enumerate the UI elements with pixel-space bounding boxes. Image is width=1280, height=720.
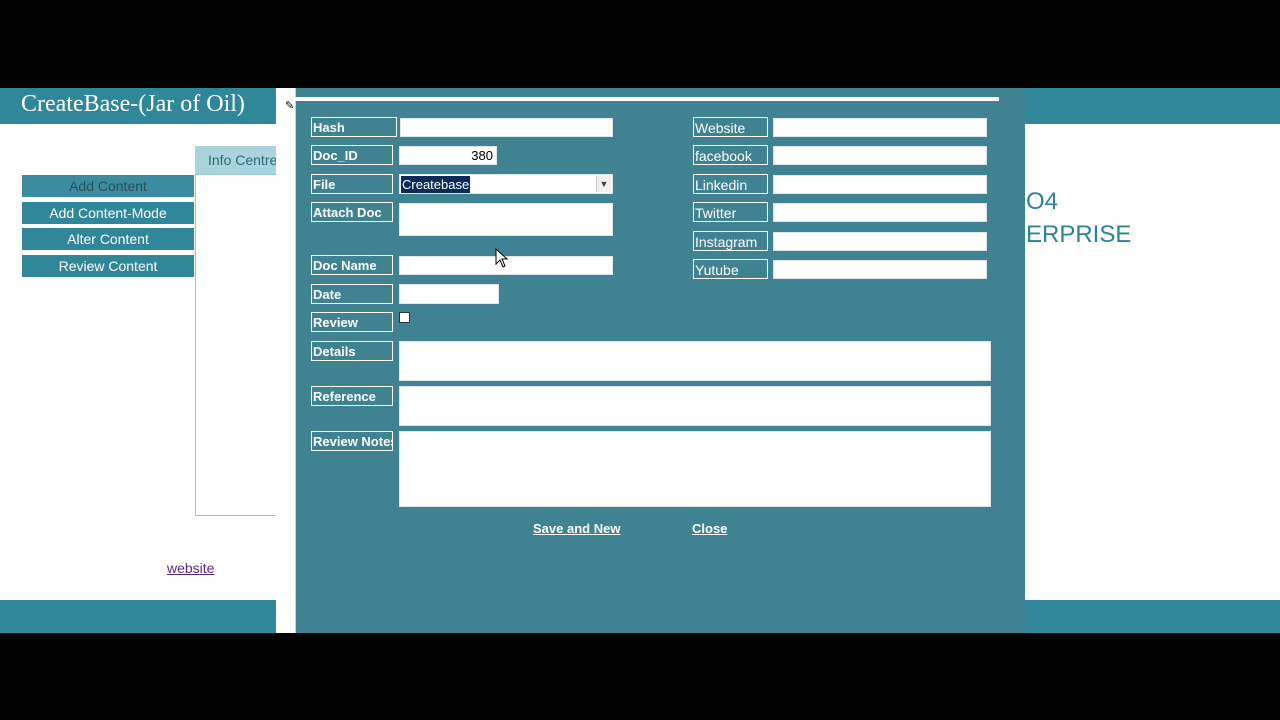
app-title: CreateBase-(Jar of Oil) <box>21 91 245 117</box>
linkedin-input[interactable] <box>773 175 987 194</box>
linkedin-label: Linkedin <box>693 174 768 194</box>
pencil-icon: ✎ <box>285 100 295 112</box>
date-label: Date <box>311 284 393 304</box>
background-text-line-2: ERPRISE <box>1026 221 1132 248</box>
review-label: Review <box>311 312 393 332</box>
review-checkbox[interactable] <box>399 312 410 323</box>
dialog-top-divider <box>295 97 999 101</box>
website-label: Website <box>693 117 768 137</box>
mouse-cursor-icon <box>495 248 509 268</box>
reference-textarea[interactable] <box>399 386 991 426</box>
hash-input[interactable] <box>400 118 613 137</box>
details-label: Details <box>311 341 393 361</box>
hash-label: Hash <box>311 117 397 137</box>
info-centre-panel <box>195 174 286 516</box>
nav-add-content-button[interactable]: Add Content <box>22 175 194 198</box>
yutube-input[interactable] <box>773 260 987 279</box>
website-input[interactable] <box>773 118 987 137</box>
file-label: File <box>311 174 393 194</box>
instagram-label: Instagram <box>693 231 768 251</box>
twitter-label: Twitter <box>693 202 768 222</box>
doc-id-label: Doc_ID <box>311 145 393 165</box>
twitter-input[interactable] <box>773 203 987 222</box>
details-textarea[interactable] <box>399 341 991 381</box>
nav-alter-content-button[interactable]: Alter Content <box>22 228 194 251</box>
instagram-input[interactable] <box>773 232 987 251</box>
record-selector[interactable]: ✎ <box>276 88 296 633</box>
website-link[interactable]: website <box>167 560 214 576</box>
chevron-down-icon[interactable]: ▼ <box>596 176 611 192</box>
yutube-label: Yutube <box>693 259 768 279</box>
nav-add-content-mode-button[interactable]: Add Content-Mode <box>22 202 194 225</box>
date-input[interactable] <box>399 284 499 304</box>
facebook-input[interactable] <box>773 146 987 165</box>
save-and-new-button[interactable]: Save and New <box>533 521 620 536</box>
file-selected-value: Createbase <box>401 176 471 193</box>
background-text-line-1: O4 <box>1026 188 1059 215</box>
doc-id-input[interactable]: 380 <box>399 146 497 165</box>
facebook-label: facebook <box>693 145 768 165</box>
review-notes-label: Review Notes <box>311 431 393 451</box>
reference-label: Reference <box>311 386 393 406</box>
attach-doc-field[interactable] <box>399 203 613 236</box>
nav-review-content-button[interactable]: Review Content <box>22 255 194 278</box>
close-button[interactable]: Close <box>692 521 727 536</box>
review-notes-textarea[interactable] <box>399 431 991 507</box>
add-content-dialog: ✎ Hash Doc_ID File Attach Doc Doc Name D… <box>276 88 1025 633</box>
doc-name-label: Doc Name <box>311 255 393 275</box>
attach-doc-label: Attach Doc <box>311 202 393 222</box>
file-combobox[interactable]: Createbase ▼ <box>399 174 613 194</box>
